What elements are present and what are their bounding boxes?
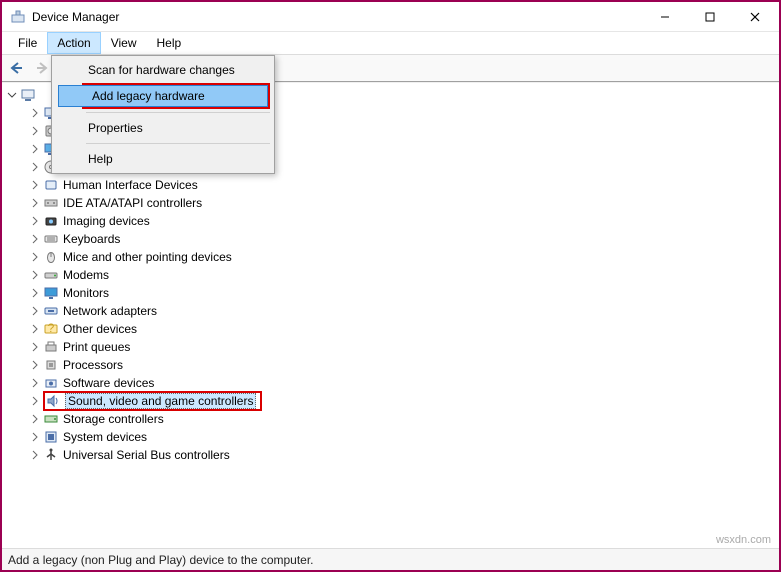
chevron-right-icon[interactable]: [29, 413, 41, 425]
menu-properties[interactable]: Properties: [54, 116, 272, 140]
tree-node[interactable]: Modems: [2, 266, 779, 284]
chevron-right-icon[interactable]: [29, 233, 41, 245]
tree-node-label: Software devices: [63, 376, 154, 390]
tree-node[interactable]: Processors: [2, 356, 779, 374]
chevron-right-icon[interactable]: [29, 107, 41, 119]
storage-icon: [43, 411, 59, 427]
tree-node[interactable]: Print queues: [2, 338, 779, 356]
watermark: wsxdn.com: [716, 534, 771, 546]
chevron-right-icon[interactable]: [29, 377, 41, 389]
menu-separator: [86, 143, 270, 144]
menu-view[interactable]: View: [101, 32, 147, 54]
chevron-right-icon[interactable]: [29, 305, 41, 317]
titlebar: Device Manager: [2, 2, 779, 32]
chevron-right-icon[interactable]: [29, 287, 41, 299]
imaging-icon: [43, 213, 59, 229]
menubar: File Action View Help: [2, 32, 779, 54]
chevron-right-icon[interactable]: [29, 125, 41, 137]
ide-icon: [43, 195, 59, 211]
tree-node-label: Storage controllers: [63, 412, 164, 426]
tree-node-label: Modems: [63, 268, 109, 282]
statusbar: Add a legacy (non Plug and Play) device …: [2, 548, 779, 570]
chevron-right-icon[interactable]: [29, 395, 41, 407]
tree-node-label: System devices: [63, 430, 147, 444]
tree-node[interactable]: Software devices: [2, 374, 779, 392]
mouse-icon: [43, 249, 59, 265]
close-button[interactable]: [732, 3, 777, 31]
chevron-right-icon[interactable]: [29, 161, 41, 173]
menu-help[interactable]: Help: [147, 32, 192, 54]
tree-node[interactable]: Monitors: [2, 284, 779, 302]
tree-node-label: Network adapters: [63, 304, 157, 318]
tree-node-label: Monitors: [63, 286, 109, 300]
back-button[interactable]: [5, 57, 29, 79]
computer-root-icon: [20, 87, 36, 103]
tree-node-label: Keyboards: [63, 232, 120, 246]
tree-node-label: Mice and other pointing devices: [63, 250, 232, 264]
menu-add-legacy-hardware[interactable]: Add legacy hardware: [58, 85, 268, 107]
system-icon: [43, 429, 59, 445]
sound-icon: [45, 393, 61, 409]
tree-node[interactable]: Network adapters: [2, 302, 779, 320]
window-title: Device Manager: [32, 10, 642, 24]
chevron-right-icon[interactable]: [29, 431, 41, 443]
tree-node-label: Print queues: [63, 340, 130, 354]
maximize-button[interactable]: [687, 3, 732, 31]
tree-node[interactable]: Universal Serial Bus controllers: [2, 446, 779, 464]
chevron-right-icon[interactable]: [29, 251, 41, 263]
menu-file[interactable]: File: [8, 32, 47, 54]
chevron-right-icon[interactable]: [29, 143, 41, 155]
chevron-right-icon[interactable]: [29, 197, 41, 209]
modem-icon: [43, 267, 59, 283]
chevron-down-icon[interactable]: [6, 89, 18, 101]
minimize-button[interactable]: [642, 3, 687, 31]
chevron-right-icon[interactable]: [29, 269, 41, 281]
chevron-right-icon[interactable]: [29, 449, 41, 461]
chevron-right-icon[interactable]: [29, 341, 41, 353]
menu-help[interactable]: Help: [54, 147, 272, 171]
tree-node-label: Human Interface Devices: [63, 178, 198, 192]
printer-icon: [43, 339, 59, 355]
tree-node[interactable]: ? Other devices: [2, 320, 779, 338]
hid-icon: [43, 177, 59, 193]
usb-icon: [43, 447, 59, 463]
tree-node-label: Other devices: [63, 322, 137, 336]
tree-node[interactable]: IDE ATA/ATAPI controllers: [2, 194, 779, 212]
svg-text:?: ?: [48, 321, 55, 335]
menu-separator: [86, 112, 270, 113]
tree-node[interactable]: Human Interface Devices: [2, 176, 779, 194]
tree-node-label: IDE ATA/ATAPI controllers: [63, 196, 202, 210]
tree-node-label: Universal Serial Bus controllers: [63, 448, 230, 462]
chevron-right-icon[interactable]: [29, 215, 41, 227]
tree-node[interactable]: Mice and other pointing devices: [2, 248, 779, 266]
chevron-right-icon[interactable]: [29, 323, 41, 335]
software-icon: [43, 375, 59, 391]
status-text: Add a legacy (non Plug and Play) device …: [8, 553, 314, 567]
chevron-right-icon[interactable]: [29, 179, 41, 191]
tree-node[interactable]: Imaging devices: [2, 212, 779, 230]
menu-scan-hardware[interactable]: Scan for hardware changes: [54, 58, 272, 82]
chevron-right-icon[interactable]: [29, 359, 41, 371]
monitor-icon: [43, 285, 59, 301]
network-icon: [43, 303, 59, 319]
tree-node[interactable]: Keyboards: [2, 230, 779, 248]
menu-action[interactable]: Action: [47, 32, 100, 54]
other-icon: ?: [43, 321, 59, 337]
cpu-icon: [43, 357, 59, 373]
keyboard-icon: [43, 231, 59, 247]
app-icon: [10, 9, 26, 25]
tree-node-label: Sound, video and game controllers: [68, 394, 253, 408]
action-dropdown: Scan for hardware changes Add legacy har…: [51, 55, 275, 174]
tree-node[interactable]: Storage controllers: [2, 410, 779, 428]
tree-node[interactable]: System devices: [2, 428, 779, 446]
tree-node-label: Processors: [63, 358, 123, 372]
toolbar: Scan for hardware changes Add legacy har…: [2, 54, 779, 82]
tree-node[interactable]: Sound, video and game controllers: [2, 392, 779, 410]
tree-node-label: Imaging devices: [63, 214, 150, 228]
